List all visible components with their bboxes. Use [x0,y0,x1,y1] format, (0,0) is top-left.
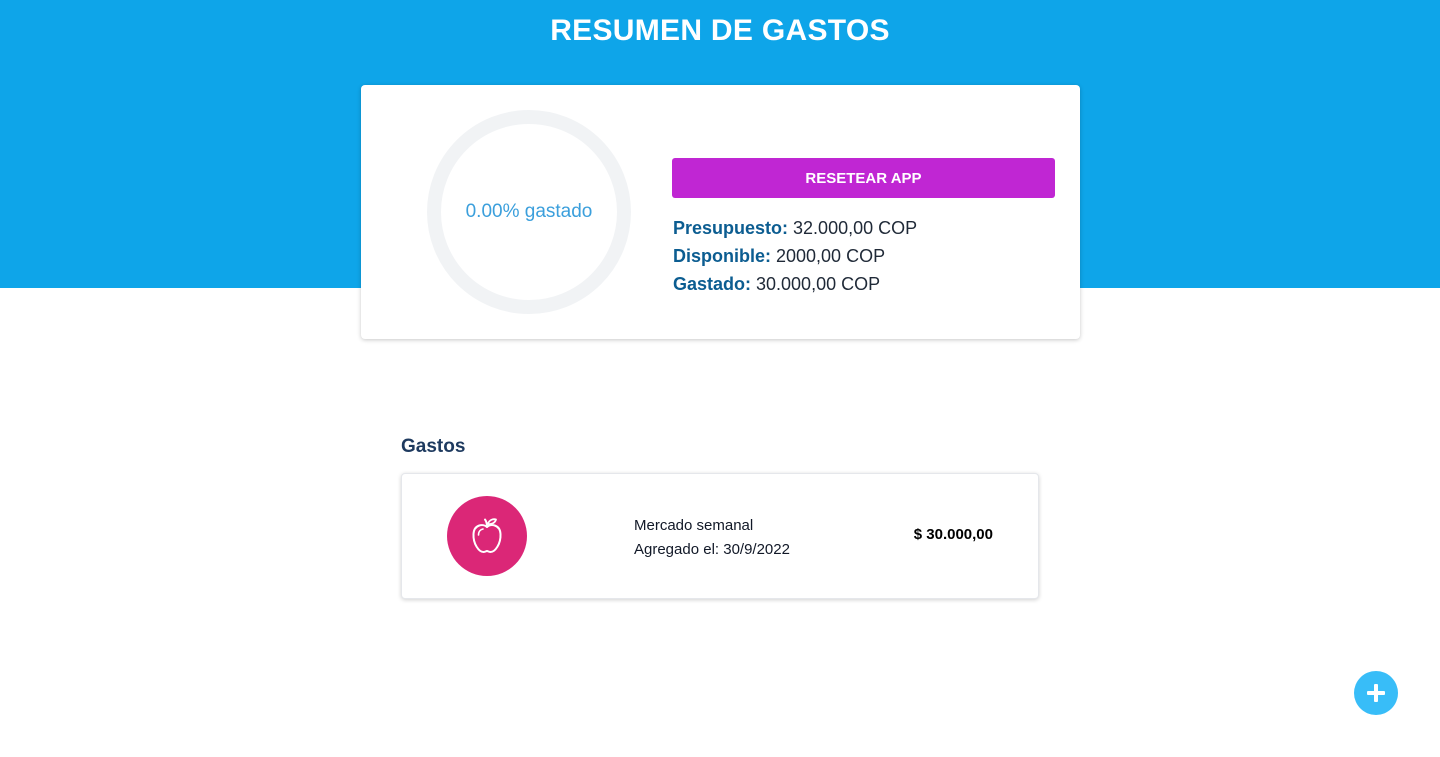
budget-row: Presupuesto: 32.000,00 COP [673,214,1053,242]
plus-icon [1367,684,1385,702]
page-title: RESUMEN DE GASTOS [550,14,890,47]
budget-value: 32.000,00 COP [793,218,918,238]
expense-category-badge [447,496,527,576]
reset-app-button[interactable]: RESETEAR APP [672,158,1055,198]
available-value: 2000,00 COP [776,246,886,266]
apple-icon [472,518,502,553]
spent-value: 30.000,00 COP [756,274,881,294]
available-row: Disponible: 2000,00 COP [673,242,1053,270]
progress-percent-text: 0.00% gastado [465,201,593,222]
budget-summary-card: 0.00% gastado RESETEAR APP Presupuesto: 3… [361,85,1080,339]
expense-amount: $ 30.000,00 [913,526,993,543]
spent-label: Gastado: [673,274,752,294]
spent-row: Gastado: 30.000,00 COP [673,270,1053,298]
expense-date: Agregado el: 30/9/2022 [634,541,790,558]
expense-info: Mercado semanal Agregado el: 30/9/2022 [634,514,790,562]
budget-label: Presupuesto: [673,218,789,238]
add-expense-button[interactable] [1354,671,1398,715]
spent-progress-ring: 0.00% gastado [425,108,633,316]
budget-stats: Presupuesto: 32.000,00 COP Disponible: 200… [673,214,1053,298]
expense-list-item[interactable]: Mercado semanal Agregado el: 30/9/2022 $… [401,473,1039,599]
expense-name: Mercado semanal [634,517,754,534]
available-label: Disponible: [673,246,771,266]
expenses-section-title: Gastos [401,436,466,457]
